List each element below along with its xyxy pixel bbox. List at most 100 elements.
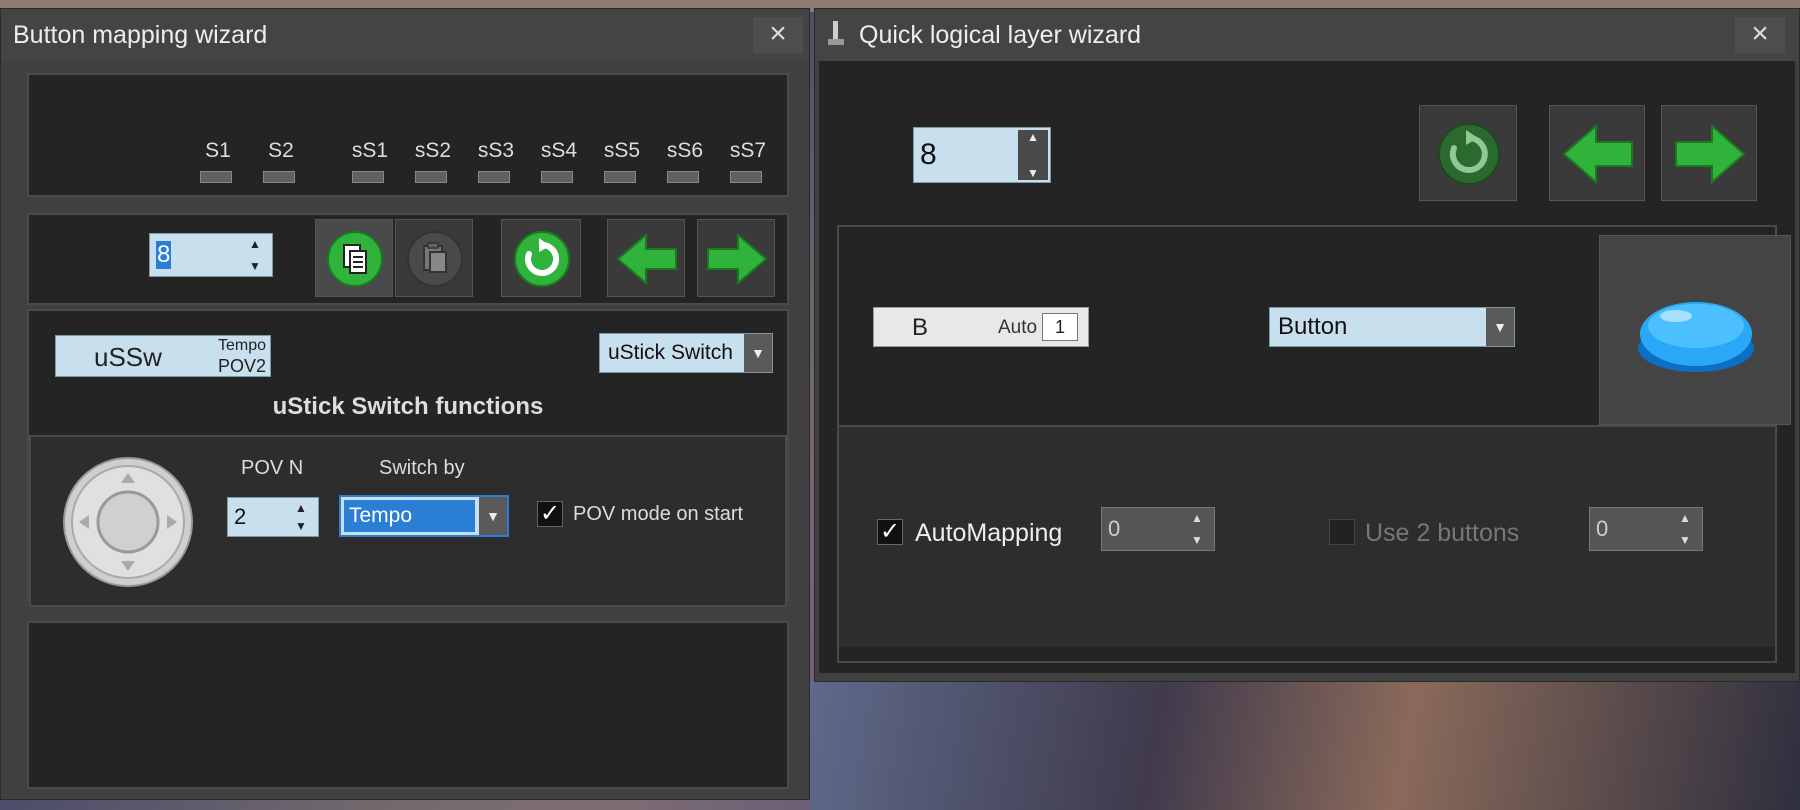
automapping-panel: ✓ AutoMapping 0 ▲ ▼ Use 2 buttons 0 ▲ ▼ xyxy=(839,425,1775,647)
use-2-buttons-label: Use 2 buttons xyxy=(1365,519,1520,547)
spin-down-icon[interactable]: ▼ xyxy=(1679,533,1691,547)
switch-label-ss1: sS1 xyxy=(351,139,389,162)
details-panel xyxy=(27,621,789,789)
spin-down-icon[interactable]: ▼ xyxy=(1027,166,1039,180)
spin-up-icon[interactable]: ▲ xyxy=(249,237,261,251)
switch-led-ss7 xyxy=(730,171,762,183)
use-2-buttons-checkbox[interactable] xyxy=(1329,519,1355,545)
switch-label-ss2: sS2 xyxy=(414,139,452,162)
layer-spinner[interactable]: 8 ▲ ▼ xyxy=(149,233,273,277)
spin-up-icon[interactable]: ▲ xyxy=(1191,511,1203,525)
chevron-down-icon[interactable]: ▼ xyxy=(1486,308,1514,346)
next-button[interactable] xyxy=(1661,105,1757,201)
automapping-value: 0 xyxy=(1108,516,1121,541)
window-title: Button mapping wizard xyxy=(13,21,268,49)
joystick-app-icon xyxy=(828,21,844,45)
switch-by-dropdown[interactable]: Tempo ▼ xyxy=(339,495,509,537)
joystick-pov-icon xyxy=(63,457,193,587)
ustick-mode-dropdown[interactable]: uStick Switch ▼ xyxy=(599,333,773,373)
switch-indicators-panel: S1 S2 sS1 sS2 sS3 sS4 sS5 sS6 sS7 xyxy=(27,73,789,197)
switch-by-value: Tempo xyxy=(349,504,413,527)
quick-logical-layer-wizard-window: Quick logical layer wizard × 8 ▲ ▼ B Aut… xyxy=(814,8,1800,682)
badge-top: Tempo xyxy=(217,337,266,354)
previous-button[interactable] xyxy=(1549,105,1645,201)
spin-up-icon[interactable]: ▲ xyxy=(295,501,307,515)
previous-button[interactable] xyxy=(607,219,685,297)
switch-label-ss5: sS5 xyxy=(603,139,641,162)
switch-label-s2: S2 xyxy=(268,139,294,162)
arrow-right-icon xyxy=(1675,123,1746,185)
spin-up-icon[interactable]: ▲ xyxy=(1027,130,1039,144)
spin-down-icon[interactable]: ▼ xyxy=(1191,533,1203,547)
switch-led-ss3 xyxy=(478,171,510,183)
ustick-heading: uStick Switch functions xyxy=(272,393,544,420)
automapping-spinner[interactable]: 0 ▲ ▼ xyxy=(1101,507,1215,551)
pov-settings-panel: POV N 2 ▲ ▼ Switch by Tempo ▼ ✓ POV mode… xyxy=(29,435,787,607)
close-button[interactable]: × xyxy=(753,17,803,53)
switch-led-s2 xyxy=(263,171,295,183)
button-mapping-wizard-window: Button mapping wizard × S1 S2 sS1 sS2 sS… xyxy=(0,8,810,800)
arrow-right-icon xyxy=(707,232,768,286)
switch-label-ss4: sS4 xyxy=(540,139,578,162)
badge-bottom: POV2 xyxy=(217,356,266,376)
automapping-checkbox[interactable]: ✓ xyxy=(877,519,903,545)
pov-n-value: 2 xyxy=(234,504,247,529)
switch-label-ss7: sS7 xyxy=(729,139,767,162)
spin-down-icon[interactable]: ▼ xyxy=(249,259,261,273)
ustick-badge: uSSw Tempo POV2 xyxy=(55,335,271,377)
wizard-body: 8 ▲ ▼ B Auto 1 Button ▼ ✓ AutoMapping 0 … xyxy=(819,61,1795,673)
switch-led-ss6 xyxy=(667,171,699,183)
ustick-switch-panel: uSSw Tempo POV2 uStick Switch ▼ uStick S… xyxy=(27,309,789,607)
switch-led-ss4 xyxy=(541,171,573,183)
next-button[interactable] xyxy=(697,219,775,297)
reset-icon xyxy=(514,231,570,287)
pov-n-spinner[interactable]: 2 ▲ ▼ xyxy=(227,497,319,537)
reset-button[interactable] xyxy=(1419,105,1517,201)
pov-n-label: POV N xyxy=(241,457,304,479)
title-bar[interactable]: Quick logical layer wizard × xyxy=(815,9,1799,61)
switch-label-s1: S1 xyxy=(205,139,231,162)
switch-led-s1 xyxy=(200,171,232,183)
ustick-mode-value: uStick Switch xyxy=(608,341,733,364)
close-button[interactable]: × xyxy=(1735,17,1785,53)
button-config-panel: B Auto 1 Button ▼ ✓ AutoMapping 0 ▲ ▼ Us… xyxy=(837,225,1791,663)
automapping-label: AutoMapping xyxy=(915,519,1063,547)
spin-up-icon[interactable]: ▲ xyxy=(1679,511,1691,525)
layer-spinner[interactable]: 8 ▲ ▼ xyxy=(913,127,1051,183)
spin-down-icon[interactable]: ▼ xyxy=(295,519,307,533)
blue-button-icon xyxy=(1638,302,1754,372)
paste-icon xyxy=(407,231,463,287)
button-preview xyxy=(1599,235,1791,425)
badge-main: uSSw xyxy=(94,342,162,372)
copy-icon xyxy=(327,231,383,287)
layer-value: 8 xyxy=(920,138,937,171)
chevron-down-icon[interactable]: ▼ xyxy=(744,334,772,372)
reset-button[interactable] xyxy=(501,219,581,297)
button-mode: Auto xyxy=(998,317,1038,338)
use-2-buttons-spinner[interactable]: 0 ▲ ▼ xyxy=(1589,507,1703,551)
pov-mode-label: POV mode on start xyxy=(573,503,744,525)
button-number: 1 xyxy=(1042,313,1078,341)
arrow-left-icon xyxy=(616,232,677,286)
button-type-value: Button xyxy=(1278,313,1348,340)
button-letter: B xyxy=(912,314,929,341)
switch-led-ss2 xyxy=(415,171,447,183)
window-title: Quick logical layer wizard xyxy=(859,21,1142,49)
title-bar[interactable]: Button mapping wizard × xyxy=(1,9,809,61)
switch-led-ss1 xyxy=(352,171,384,183)
layer-value: 8 xyxy=(156,241,172,269)
switch-label-ss6: sS6 xyxy=(666,139,704,162)
button-id-field[interactable]: B Auto 1 xyxy=(873,307,1089,347)
desktop-background-art xyxy=(810,680,1800,810)
switch-by-label: Switch by xyxy=(379,457,465,479)
copy-button[interactable] xyxy=(315,219,393,297)
chevron-down-icon[interactable]: ▼ xyxy=(479,497,507,535)
switch-label-ss3: sS3 xyxy=(477,139,515,162)
use-2-buttons-value: 0 xyxy=(1596,516,1609,541)
pov-mode-checkbox[interactable]: ✓ xyxy=(537,501,563,527)
toolbar-panel: 8 ▲ ▼ xyxy=(27,213,789,305)
paste-button[interactable] xyxy=(395,219,473,297)
switch-led-ss5 xyxy=(604,171,636,183)
button-type-dropdown[interactable]: Button ▼ xyxy=(1269,307,1515,347)
arrow-left-icon xyxy=(1562,123,1633,185)
